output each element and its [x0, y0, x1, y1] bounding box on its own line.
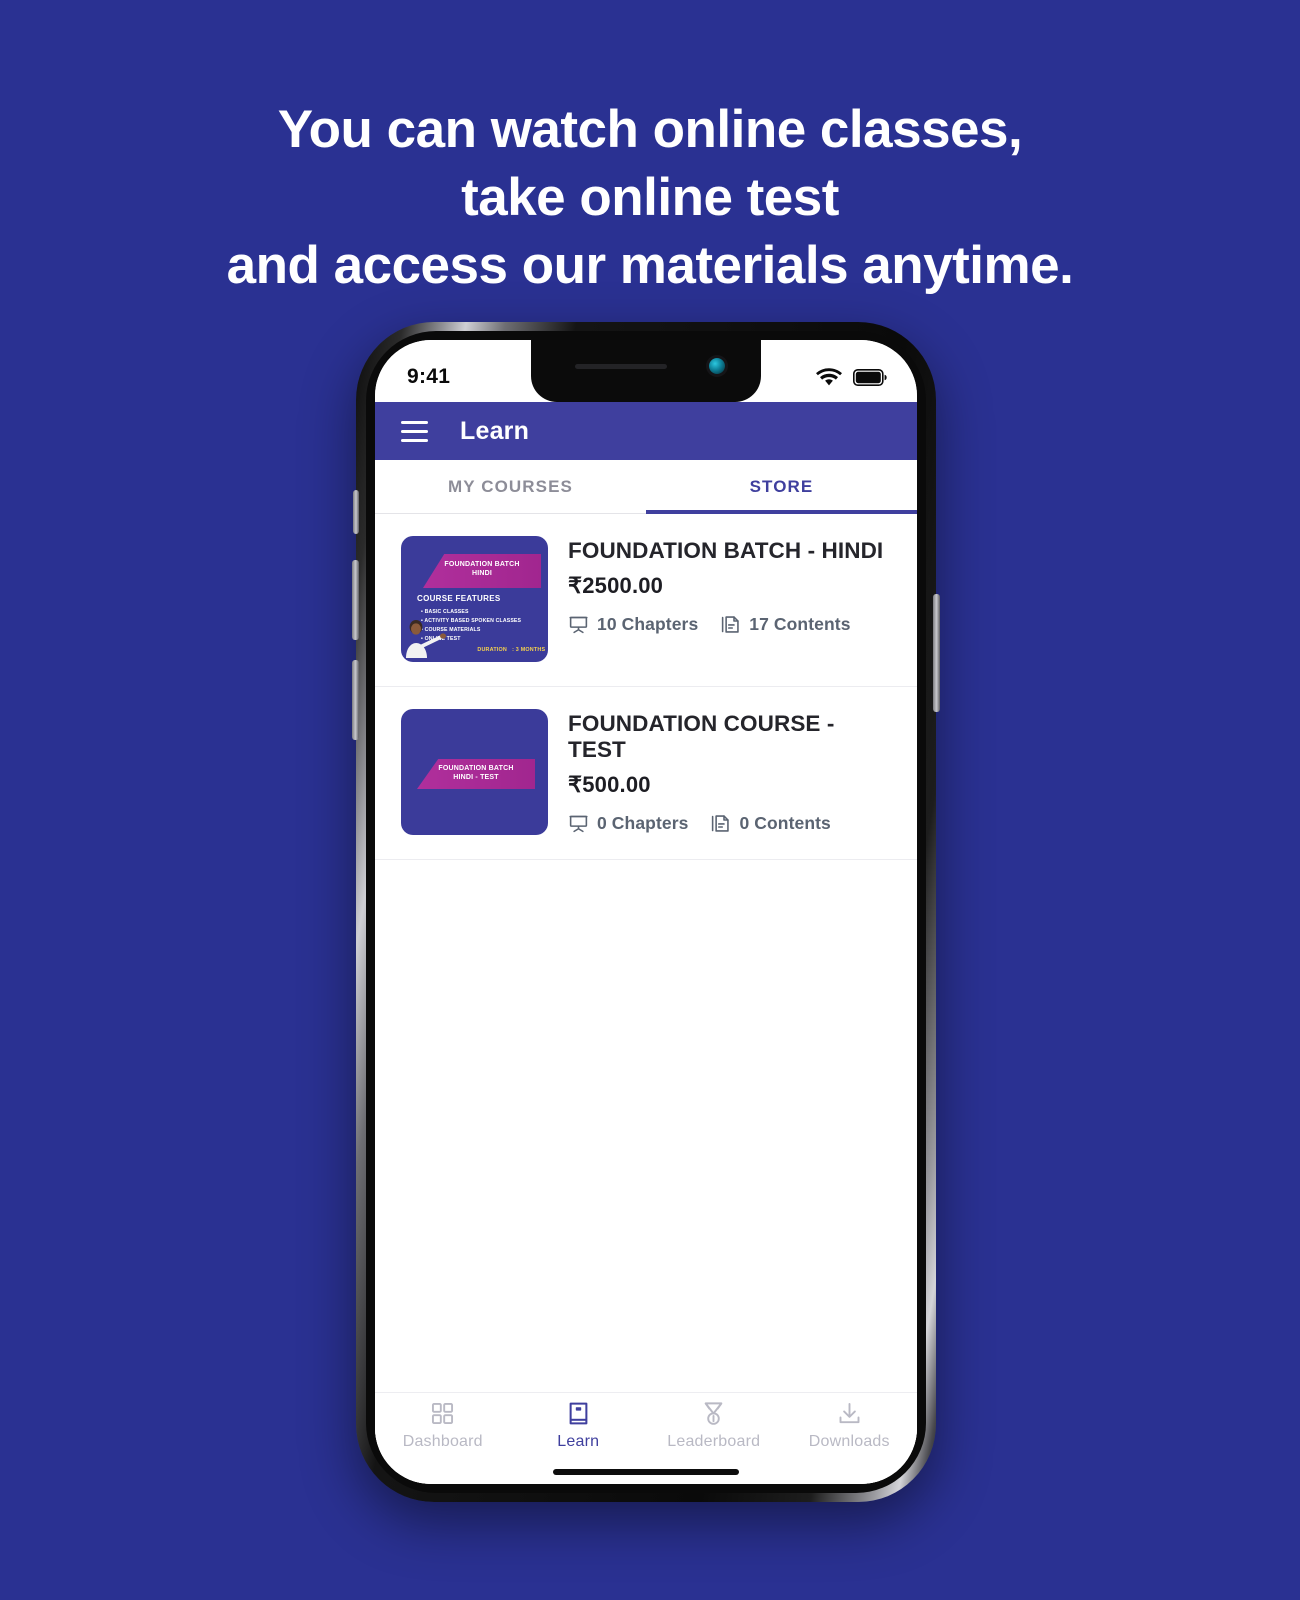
course-price: ₹500.00 [568, 772, 651, 798]
document-contents-icon [722, 616, 740, 633]
promo-headline: You can watch online classes, take onlin… [0, 96, 1300, 300]
course-title: FOUNDATION COURSE - TEST [568, 711, 835, 763]
thumbnail-banner-line1: FOUNDATION BATCH [444, 561, 520, 568]
thumbnail-banner-line1: FOUNDATION BATCH [438, 765, 514, 772]
course-thumbnail: FOUNDATION BATCH HINDI - TEST [401, 709, 548, 835]
tab-store-label: STORE [749, 476, 814, 496]
course-meta: 10 Chapters 17 Contents [568, 614, 893, 635]
empty-content-area [375, 860, 917, 1484]
mute-switch-button[interactable] [353, 490, 359, 534]
phone-screen: 9:41 Learn MY COURSES STORE FOUNDATION B… [375, 340, 917, 1484]
wifi-icon [816, 367, 842, 385]
nav-label-dashboard: Dashboard [402, 1433, 483, 1450]
course-chapters-label: 0 Chapters [597, 813, 689, 834]
tab-bar: MY COURSES STORE [375, 460, 917, 514]
projector-screen-icon [569, 616, 588, 634]
nav-label-learn: Learn [557, 1433, 600, 1450]
book-icon [569, 1402, 588, 1425]
thumbnail-duration: DURATION : 3 MONTHS [477, 647, 546, 653]
medal-icon [704, 1402, 723, 1425]
tab-my-courses-label: MY COURSES [448, 476, 573, 496]
course-chapters: 10 Chapters [568, 614, 698, 635]
volume-up-button[interactable] [352, 560, 359, 640]
phone-notch [531, 340, 761, 402]
course-chapters: 0 Chapters [568, 813, 688, 834]
thumbnail-banner: FOUNDATION BATCH HINDI - TEST [417, 759, 535, 789]
earpiece-speaker-icon [575, 364, 667, 369]
status-indicators [816, 367, 887, 387]
course-list-item[interactable]: FOUNDATION BATCH HINDI - TEST FOUNDATION… [375, 687, 917, 860]
nav-label-downloads: Downloads [808, 1433, 890, 1450]
nav-item-dashboard[interactable]: Dashboard [375, 1393, 511, 1458]
nav-item-learn[interactable]: Learn [511, 1393, 647, 1458]
course-title: FOUNDATION BATCH - HINDI [568, 538, 884, 563]
course-info: FOUNDATION COURSE - TEST ₹500.00 0 Chapt… [568, 709, 893, 834]
page-title: Learn [460, 416, 530, 445]
course-contents-label: 17 Contents [749, 614, 851, 635]
nav-label-leaderboard: Leaderboard [667, 1433, 761, 1450]
home-indicator[interactable] [553, 1469, 739, 1475]
course-list: FOUNDATION BATCH HINDI COURSE FEATURES •… [375, 514, 917, 860]
course-info: FOUNDATION BATCH - HINDI ₹2500.00 10 Cha… [568, 536, 893, 635]
course-contents-label: 0 Contents [739, 813, 831, 834]
grid-dashboard-icon [432, 1402, 454, 1425]
course-chapters-label: 10 Chapters [597, 614, 699, 635]
power-button[interactable] [933, 594, 940, 712]
front-camera-icon [709, 358, 725, 374]
thumbnail-banner-line2: HINDI [471, 569, 493, 577]
headline-line-3: and access our materials anytime. [226, 236, 1074, 295]
course-contents: 0 Contents [710, 813, 831, 834]
thumbnail-features-heading: COURSE FEATURES [417, 594, 501, 603]
volume-down-button[interactable] [352, 660, 359, 740]
nav-item-downloads[interactable]: Downloads [782, 1393, 918, 1458]
course-meta: 0 Chapters 0 Contents [568, 813, 893, 834]
course-thumbnail: FOUNDATION BATCH HINDI COURSE FEATURES •… [401, 536, 548, 662]
phone-mockup: 9:41 Learn MY COURSES STORE FOUNDATION B… [352, 322, 940, 1502]
thumbnail-duration-block: DURATION : 3 MONTHS VALIDITY : 5 MONTHS [457, 635, 545, 662]
hamburger-menu-icon[interactable] [401, 420, 428, 442]
course-contents: 17 Contents [720, 614, 850, 635]
teacher-illustration-icon [406, 620, 446, 658]
status-time: 9:41 [407, 365, 451, 388]
thumbnail-banner-text: FOUNDATION BATCH HINDI [423, 554, 541, 588]
document-contents-icon [712, 815, 730, 832]
nav-item-leaderboard[interactable]: Leaderboard [646, 1393, 782, 1458]
battery-full-icon [853, 368, 887, 386]
course-list-item[interactable]: FOUNDATION BATCH HINDI COURSE FEATURES •… [375, 514, 917, 687]
tab-my-courses[interactable]: MY COURSES [375, 460, 646, 513]
thumbnail-banner: FOUNDATION BATCH HINDI [423, 554, 541, 588]
headline-line-1: You can watch online classes, [277, 100, 1023, 159]
projector-screen-icon [569, 815, 588, 833]
tab-store[interactable]: STORE [646, 460, 917, 514]
download-icon [839, 1402, 860, 1424]
app-bar: Learn [375, 402, 917, 460]
headline-line-2: take online test [461, 168, 839, 227]
thumbnail-banner-text: FOUNDATION BATCH HINDI - TEST [417, 759, 535, 789]
thumbnail-banner-line2: HINDI - TEST [453, 773, 499, 781]
course-price: ₹2500.00 [568, 573, 664, 599]
